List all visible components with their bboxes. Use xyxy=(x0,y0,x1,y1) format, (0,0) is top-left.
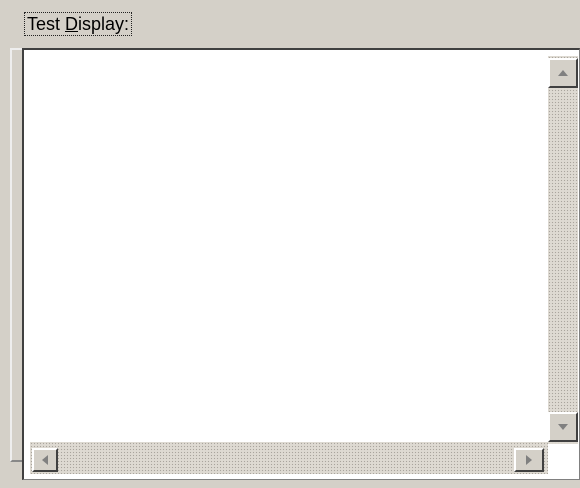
triangle-right-icon xyxy=(526,455,532,465)
triangle-left-icon xyxy=(42,455,48,465)
triangle-up-icon xyxy=(558,70,568,76)
scroll-up-button[interactable] xyxy=(548,58,578,88)
scrollbar-corner xyxy=(548,444,578,478)
scroll-down-button[interactable] xyxy=(548,412,578,442)
label-text: Test xyxy=(27,14,66,34)
scroll-left-button[interactable] xyxy=(32,448,58,472)
test-display-label: Test Display: xyxy=(24,12,133,36)
label-text-rest: isplay: xyxy=(78,14,130,34)
label-mnemonic: D xyxy=(65,14,79,34)
scroll-right-button[interactable] xyxy=(514,448,544,472)
vertical-scrollbar-track[interactable] xyxy=(548,56,578,444)
horizontal-scrollbar-track[interactable] xyxy=(30,442,548,474)
listbox-content[interactable] xyxy=(26,52,549,445)
test-display-listbox[interactable] xyxy=(22,48,580,480)
triangle-down-icon xyxy=(558,424,568,430)
